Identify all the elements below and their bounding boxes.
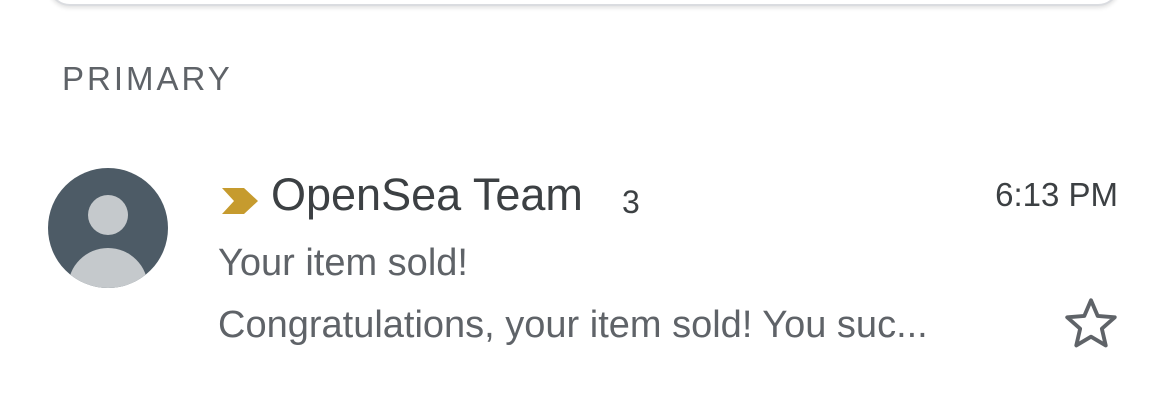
email-subject: Your item sold! — [218, 242, 468, 284]
person-avatar-icon[interactable] — [48, 168, 168, 288]
email-snippet: Congratulations, your item sold! You suc… — [218, 304, 928, 346]
star-outline-icon[interactable] — [1060, 293, 1122, 355]
email-list-item[interactable]: OpenSea Team 3 6:13 PM Your item sold! C… — [0, 150, 1170, 380]
avatar-body — [68, 248, 148, 288]
importance-marker-icon — [222, 188, 258, 214]
section-label-primary: PRIMARY — [62, 60, 233, 97]
thread-count: 3 — [622, 184, 640, 220]
email-sender: OpenSea Team — [271, 169, 583, 220]
email-time: 6:13 PM — [995, 176, 1118, 213]
avatar-head — [88, 195, 128, 235]
search-bar[interactable] — [48, 0, 1120, 6]
